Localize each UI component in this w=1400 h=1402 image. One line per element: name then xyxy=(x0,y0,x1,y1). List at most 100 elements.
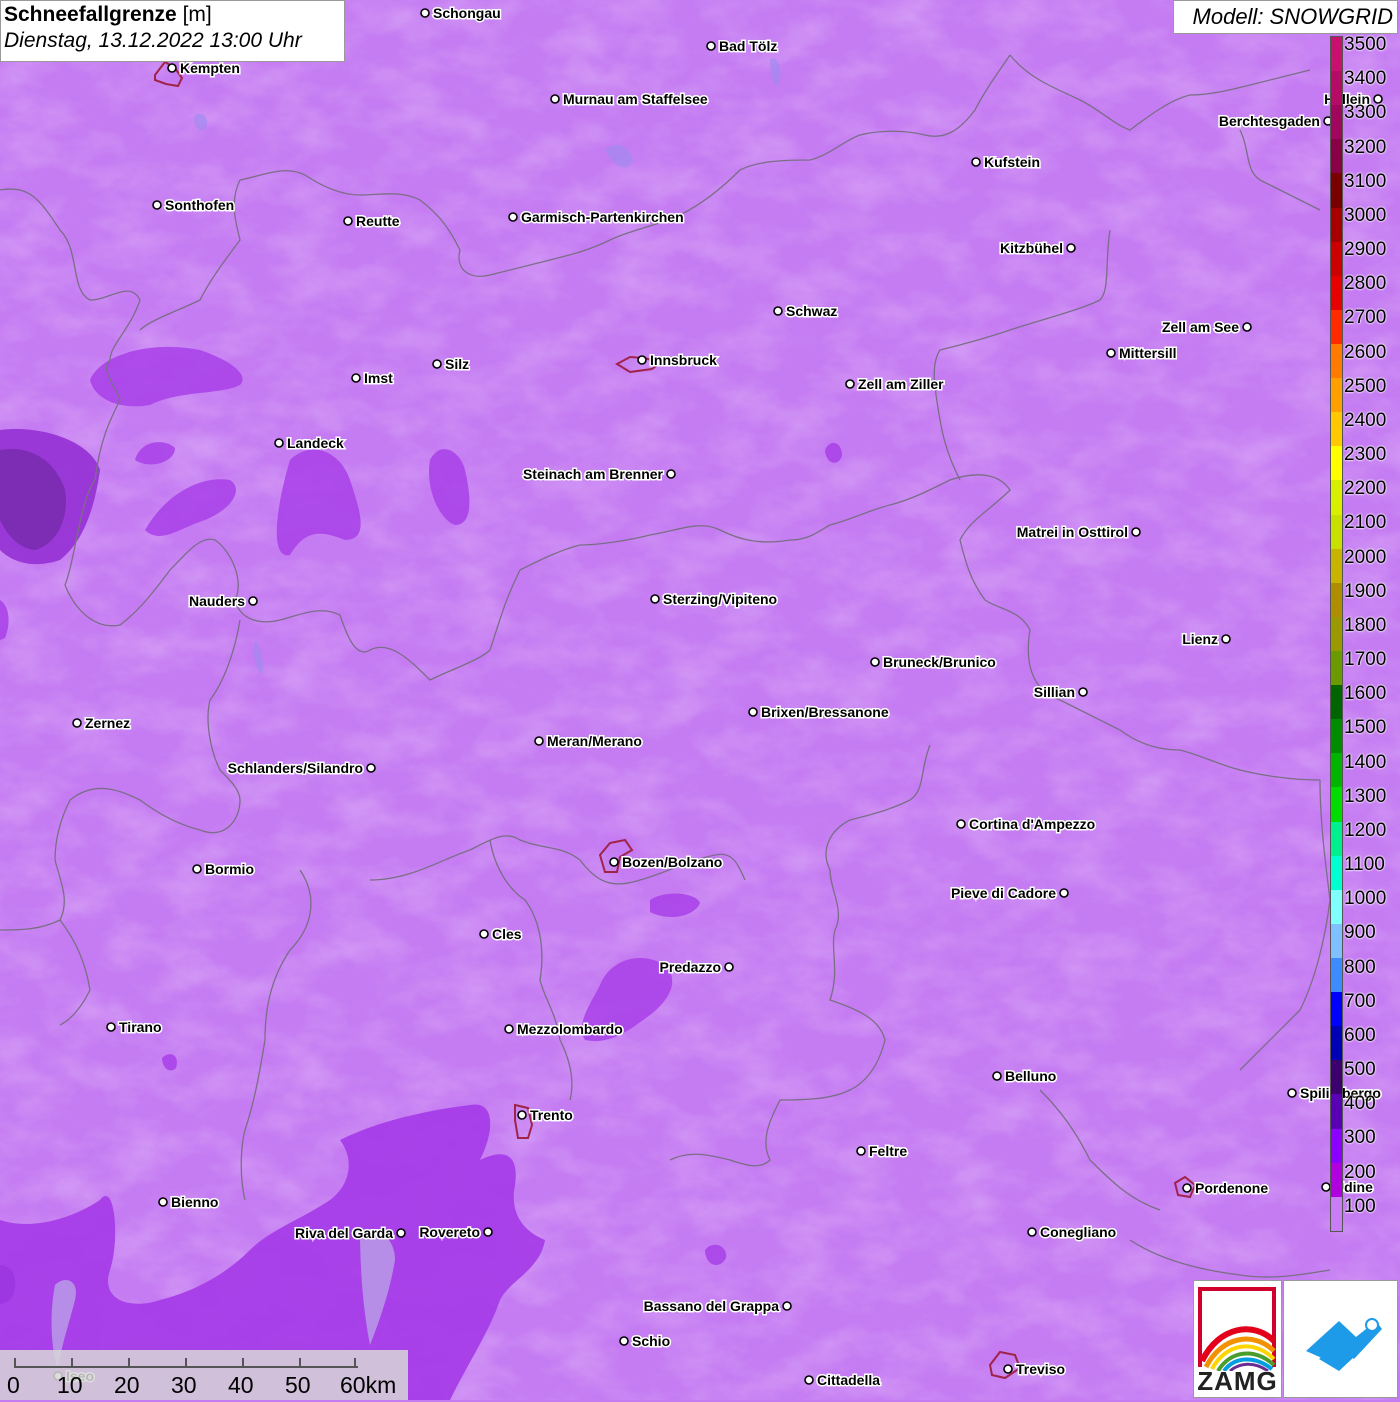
legend-label-2300: 2300 xyxy=(1344,444,1387,466)
city-marker-tirano xyxy=(106,1022,116,1032)
zamg-logo[interactable]: ZAMG xyxy=(1193,1280,1282,1398)
city-label-pordenone: Pordenone xyxy=(1195,1180,1268,1196)
city-marker-conegliano xyxy=(1027,1227,1037,1237)
legend-swatch-800 xyxy=(1331,957,1342,993)
city-marker-murnau-am-staffelsee xyxy=(550,94,560,104)
legend-swatch-3200 xyxy=(1331,139,1342,174)
legend-label-400: 400 xyxy=(1344,1093,1376,1115)
city-label-trento: Trento xyxy=(530,1107,573,1123)
map-unit: [m] xyxy=(182,3,212,26)
scale-tick xyxy=(185,1358,187,1368)
city-marker-reutte xyxy=(343,216,353,226)
scale-tick xyxy=(71,1358,73,1368)
city-label-silz: Silz xyxy=(445,356,469,372)
scale-label-60km: 60km xyxy=(340,1372,397,1398)
city-label-landeck: Landeck xyxy=(287,435,344,451)
legend-swatch-3400 xyxy=(1331,71,1342,106)
legend-swatch-1500 xyxy=(1331,719,1342,754)
scale-label-0: 0 xyxy=(7,1372,20,1398)
city-marker-bruneck-brunico xyxy=(870,657,880,667)
legend-label-700: 700 xyxy=(1344,990,1376,1012)
legend-swatch-1900 xyxy=(1331,582,1342,617)
legend-label-2000: 2000 xyxy=(1344,546,1387,568)
scale-label-40: 40 xyxy=(228,1372,254,1398)
color-legend xyxy=(1330,36,1343,1232)
legend-label-1500: 1500 xyxy=(1344,717,1387,739)
legend-label-1200: 1200 xyxy=(1344,819,1387,841)
city-marker-treviso xyxy=(1003,1364,1013,1374)
legend-label-100: 100 xyxy=(1344,1195,1376,1217)
legend-swatch-2100 xyxy=(1331,514,1342,549)
city-label-murnau-am-staffelsee: Murnau am Staffelsee xyxy=(563,91,708,107)
legend-label-300: 300 xyxy=(1344,1127,1376,1149)
legend-swatch-300 xyxy=(1331,1128,1342,1163)
legend-swatch-3500 xyxy=(1331,37,1342,72)
legend-swatch-2700 xyxy=(1331,309,1342,344)
city-label-lienz: Lienz xyxy=(1182,631,1218,647)
city-label-matrei-in-osttirol: Matrei in Osttirol xyxy=(1017,524,1128,540)
legend-swatch-1200 xyxy=(1331,821,1342,856)
legend-label-600: 600 xyxy=(1344,1024,1376,1046)
city-marker-zernez xyxy=(72,718,82,728)
city-label-bozen-bolzano: Bozen/Bolzano xyxy=(622,854,722,870)
legend-label-3300: 3300 xyxy=(1344,102,1387,124)
legend-swatch-900 xyxy=(1331,923,1342,958)
legend-swatch-2400 xyxy=(1331,412,1342,447)
city-marker-brixen-bressanone xyxy=(748,707,758,717)
scale-bar-panel: 0 10 20 30 40 50 60km xyxy=(0,1350,408,1400)
city-marker-pieve-di-cadore xyxy=(1059,888,1069,898)
legend-label-1800: 1800 xyxy=(1344,614,1387,636)
city-label-zell-am-see: Zell am See xyxy=(1162,319,1239,335)
legend-swatch-2300 xyxy=(1331,446,1342,481)
wave-logo-icon xyxy=(1306,1318,1382,1371)
legend-label-2800: 2800 xyxy=(1344,273,1387,295)
city-marker-innsbruck xyxy=(637,355,647,365)
city-label-sonthofen: Sonthofen xyxy=(165,197,234,213)
city-label-cortina-d-ampezzo: Cortina d'Ampezzo xyxy=(969,816,1095,832)
legend-label-3400: 3400 xyxy=(1344,68,1387,90)
legend-swatch-1100 xyxy=(1331,855,1342,890)
scale-tick xyxy=(354,1358,356,1368)
city-label-schwaz: Schwaz xyxy=(786,303,837,319)
legend-swatch-1800 xyxy=(1331,616,1342,651)
city-marker-bienno xyxy=(158,1197,168,1207)
scale-tick xyxy=(299,1358,301,1368)
legend-label-3000: 3000 xyxy=(1344,204,1387,226)
city-label-bruneck-brunico: Bruneck/Brunico xyxy=(883,654,996,670)
city-label-innsbruck: Innsbruck xyxy=(650,352,717,368)
city-label-belluno: Belluno xyxy=(1005,1068,1056,1084)
city-label-predazzo: Predazzo xyxy=(660,959,721,975)
city-marker-schongau xyxy=(420,8,430,18)
city-label-mittersill: Mittersill xyxy=(1119,345,1177,361)
legend-label-1300: 1300 xyxy=(1344,785,1387,807)
legend-swatch-2600 xyxy=(1331,343,1342,379)
legend-swatch-1400 xyxy=(1331,753,1342,788)
legend-label-500: 500 xyxy=(1344,1059,1376,1081)
legend-label-2500: 2500 xyxy=(1344,375,1387,397)
scale-label-10: 10 xyxy=(57,1372,83,1398)
city-label-reutte: Reutte xyxy=(356,213,400,229)
city-marker-zell-am-ziller xyxy=(845,379,855,389)
legend-label-200: 200 xyxy=(1344,1161,1376,1183)
city-marker-kufstein xyxy=(971,157,981,167)
snowgrid-logo[interactable] xyxy=(1283,1280,1398,1398)
scale-label-20: 20 xyxy=(114,1372,140,1398)
legend-label-3100: 3100 xyxy=(1344,170,1387,192)
city-marker-schio xyxy=(619,1336,629,1346)
city-label-cles: Cles xyxy=(492,926,522,942)
city-label-mezzolombardo: Mezzolombardo xyxy=(517,1021,623,1037)
map-title-line: Schneefallgrenze [m] xyxy=(4,3,341,27)
legend-swatch-2000 xyxy=(1331,548,1342,583)
legend-swatch-1600 xyxy=(1331,685,1342,720)
city-label-imst: Imst xyxy=(364,370,393,386)
city-marker-bozen-bolzano xyxy=(609,857,619,867)
city-marker-schlanders-silandro xyxy=(366,763,376,773)
city-marker-bormio xyxy=(192,864,202,874)
city-marker-silz xyxy=(432,359,442,369)
map-canvas[interactable]: Schongau Bad Tölz Kempten Murnau am Staffel… xyxy=(0,0,1400,1400)
legend-label-1600: 1600 xyxy=(1344,683,1387,705)
city-marker-riva-del-garda xyxy=(396,1228,406,1238)
city-label-sillian: Sillian xyxy=(1034,684,1075,700)
city-label-steinach-am-brenner: Steinach am Brenner xyxy=(523,466,664,482)
city-label-kitzb-hel: Kitzbühel xyxy=(1000,240,1063,256)
